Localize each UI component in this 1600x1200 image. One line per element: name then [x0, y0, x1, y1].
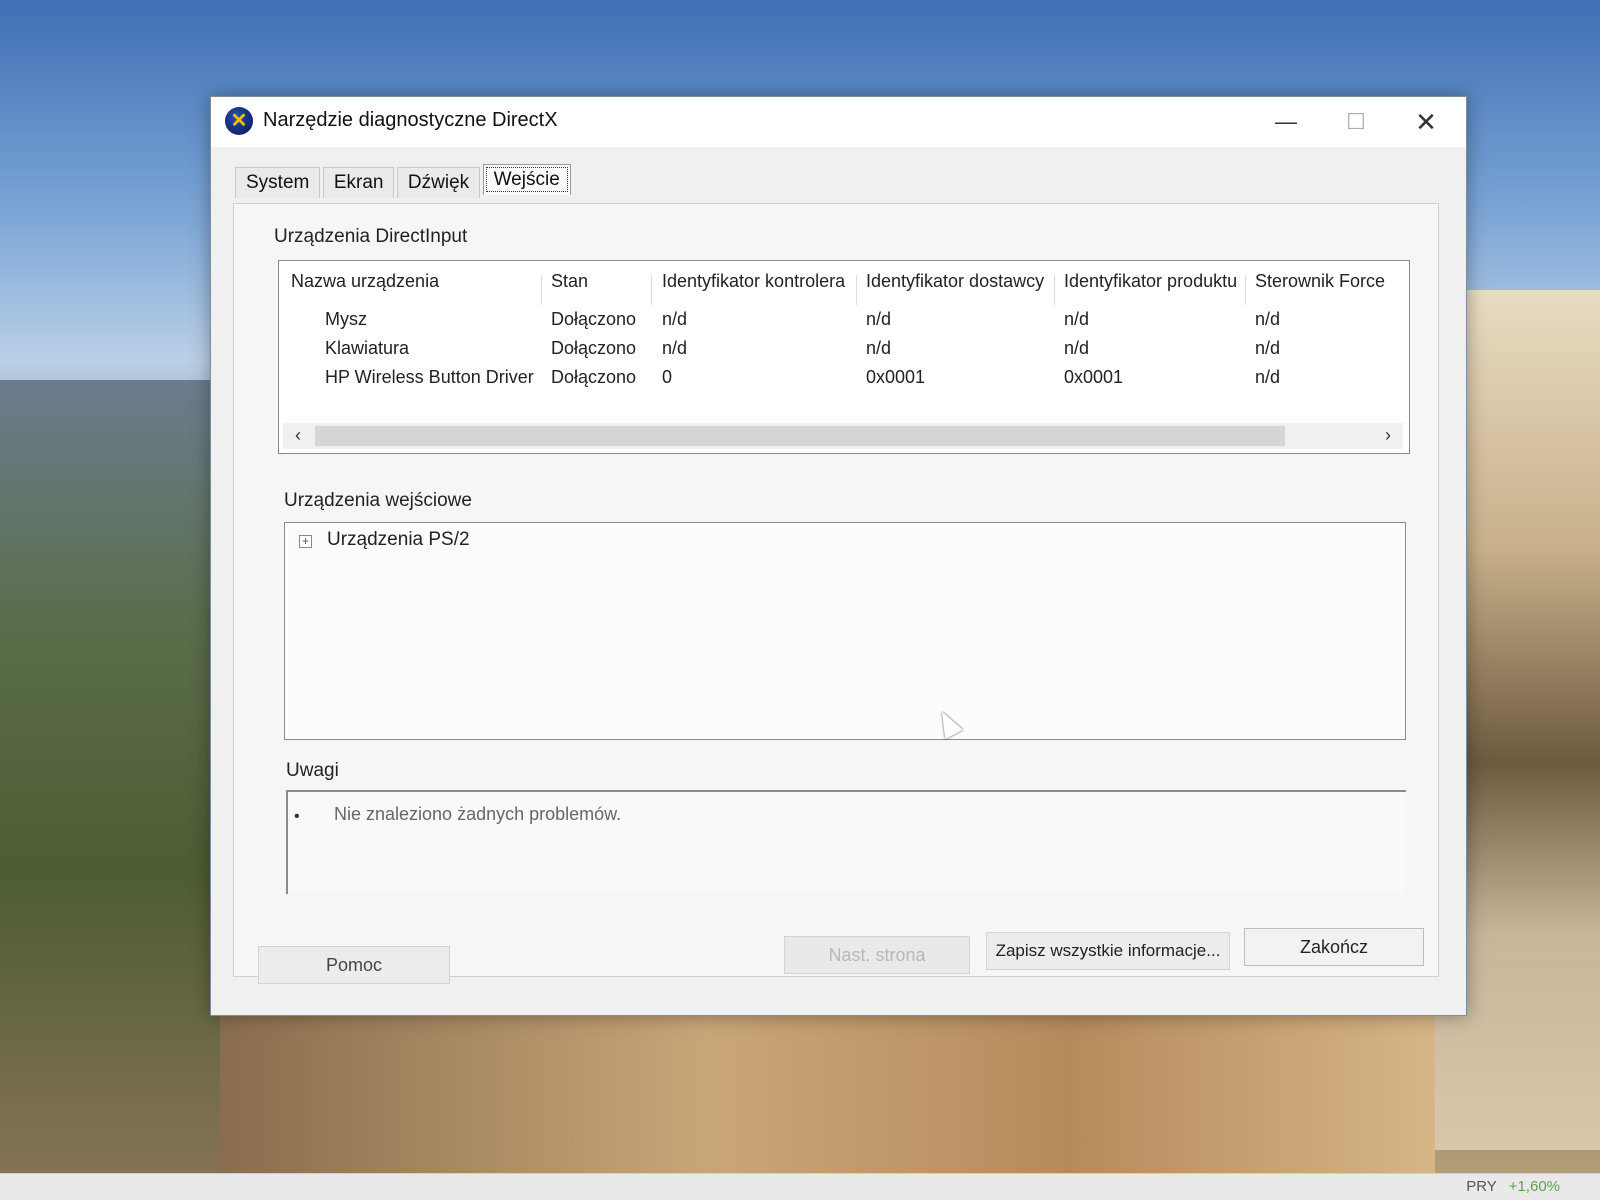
input-devices-tree[interactable]: + Urządzenia PS/2: [284, 522, 1406, 740]
column-divider[interactable]: [856, 275, 857, 305]
minimize-button[interactable]: —: [1256, 103, 1316, 141]
device-vendor-id: 0x0001: [866, 367, 926, 387]
device-status: Dołączono: [551, 367, 637, 387]
wallpaper-bottom: [220, 1000, 1435, 1200]
column-divider[interactable]: [1054, 275, 1055, 305]
device-controller-id: n/d: [662, 309, 688, 329]
tray-label: PRY: [1466, 1178, 1497, 1195]
device-product-id: n/d: [1064, 309, 1090, 329]
tab-system[interactable]: System: [235, 167, 321, 198]
device-controller-id: n/d: [662, 338, 688, 358]
column-header-product-id[interactable]: Identyfikator produktu: [1064, 271, 1237, 292]
scroll-right-icon[interactable]: ›: [1377, 425, 1399, 446]
input-devices-label: Urządzenia wejściowe: [284, 490, 472, 511]
device-status: Dołączono: [551, 338, 637, 358]
expand-icon[interactable]: +: [299, 535, 312, 548]
device-vendor-id: n/d: [866, 309, 892, 329]
device-force-driver: n/d: [1255, 338, 1281, 358]
directinput-group-label: Urządzenia DirectInput: [274, 226, 468, 247]
horizontal-scrollbar[interactable]: ‹ ›: [283, 423, 1403, 449]
tree-item-ps2-devices[interactable]: Urządzenia PS/2: [327, 529, 470, 551]
title-bar[interactable]: ✕ Narzędzie diagnostyczne DirectX — ☐ ✕: [211, 97, 1466, 147]
tray-value: +1,60%: [1508, 1178, 1560, 1195]
taskbar: PRY +1,60%: [0, 1173, 1600, 1200]
device-vendor-id: n/d: [866, 338, 892, 358]
window-title: Narzędzie diagnostyczne DirectX: [263, 109, 558, 131]
column-divider[interactable]: [541, 275, 542, 305]
next-page-button[interactable]: Nast. strona: [784, 936, 970, 974]
directinput-device-list[interactable]: Nazwa urządzenia Stan Identyfikator kont…: [278, 260, 1410, 454]
maximize-button[interactable]: ☐: [1326, 103, 1386, 141]
device-name: HP Wireless Button Driver: [325, 367, 534, 387]
column-header-controller-id[interactable]: Identyfikator kontrolera: [662, 271, 845, 292]
notes-box[interactable]: • Nie znaleziono żadnych problemów.: [286, 790, 1406, 894]
help-button[interactable]: Pomoc: [258, 946, 450, 984]
system-tray[interactable]: PRY +1,60%: [1466, 1178, 1560, 1195]
note-text: Nie znaleziono żadnych problemów.: [334, 804, 622, 824]
scrollbar-thumb[interactable]: [315, 426, 1285, 446]
column-header-force-driver[interactable]: Sterownik Force: [1255, 271, 1385, 292]
dxdiag-window: ✕ Narzędzie diagnostyczne DirectX — ☐ ✕ …: [210, 96, 1467, 1016]
tab-bar: System Ekran Dźwięk Wejście: [235, 164, 571, 201]
device-controller-id: 0: [662, 367, 673, 387]
column-header-status[interactable]: Stan: [551, 271, 588, 292]
device-force-driver: n/d: [1255, 309, 1281, 329]
input-tab-panel: Urządzenia DirectInput Nazwa urządzenia …: [233, 203, 1439, 984]
device-name: Mysz: [325, 309, 367, 329]
device-product-id: 0x0001: [1064, 367, 1124, 387]
device-name: Klawiatura: [325, 338, 410, 358]
scroll-left-icon[interactable]: ‹: [287, 425, 309, 446]
column-header-vendor-id[interactable]: Identyfikator dostawcy: [866, 271, 1044, 292]
device-status: Dołączono: [551, 309, 637, 329]
device-force-driver: n/d: [1255, 367, 1281, 387]
tab-input[interactable]: Wejście: [482, 164, 571, 195]
column-divider[interactable]: [1245, 275, 1246, 305]
column-divider[interactable]: [651, 275, 652, 305]
tab-display[interactable]: Ekran: [322, 167, 395, 198]
directx-icon: ✕: [225, 107, 253, 135]
save-all-info-button[interactable]: Zapisz wszystkie informacje...: [986, 932, 1230, 970]
exit-button[interactable]: Zakończ: [1244, 928, 1424, 966]
bullet-icon: •: [294, 808, 300, 825]
close-button[interactable]: ✕: [1396, 103, 1456, 141]
device-product-id: n/d: [1064, 338, 1090, 358]
notes-label: Uwagi: [286, 760, 339, 781]
column-header-name[interactable]: Nazwa urządzenia: [291, 271, 439, 292]
wallpaper-left: [0, 380, 230, 1200]
tab-sound[interactable]: Dźwięk: [396, 167, 481, 198]
